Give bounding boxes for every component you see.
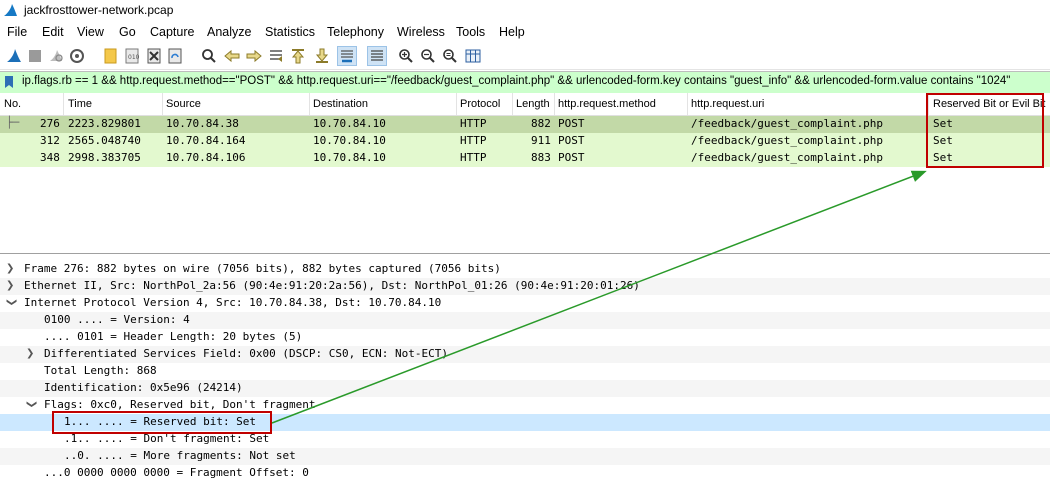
annotation-arrow: [271, 170, 927, 424]
